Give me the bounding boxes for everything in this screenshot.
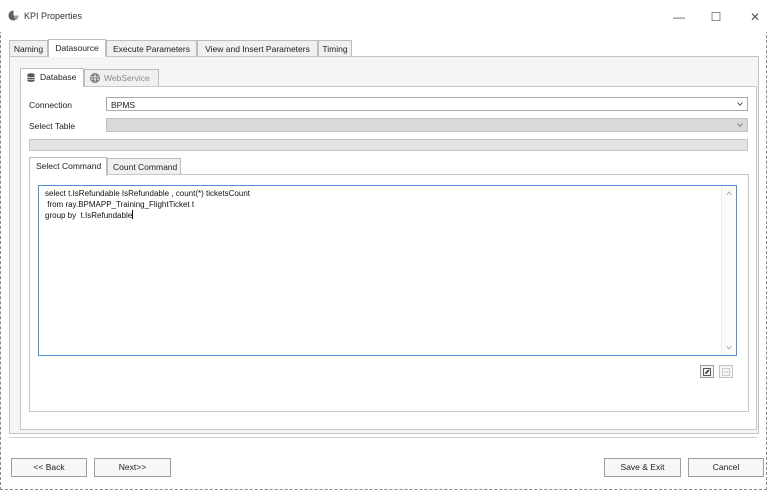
maximize-button[interactable]: ☐ [700, 6, 732, 28]
tab-view-insert-parameters[interactable]: View and Insert Parameters [197, 40, 318, 56]
chevron-down-icon [737, 123, 743, 127]
select-table-label: Select Table [29, 121, 76, 131]
database-icon [27, 73, 35, 82]
title-bar: KPI Properties — ☐ ✕ [0, 0, 767, 32]
tab-execute-parameters[interactable]: Execute Parameters [106, 40, 197, 56]
minimize-button[interactable]: — [663, 6, 695, 28]
tab-webservice-label: WebService [104, 73, 150, 83]
tab-database-label: Database [40, 72, 77, 82]
edit-button[interactable] [700, 365, 714, 378]
tab-database[interactable]: Database [20, 68, 84, 87]
window-title: KPI Properties [24, 11, 83, 21]
tab-webservice[interactable]: WebService [84, 69, 159, 86]
minus-button[interactable] [719, 365, 733, 378]
back-button[interactable]: << Back [11, 458, 87, 477]
code-line: from ray.BPMAPP_Training_FlightTicket t [45, 199, 195, 209]
select-table-select[interactable] [106, 118, 748, 132]
footer-divider [9, 437, 757, 438]
globe-icon [90, 73, 100, 83]
save-exit-button[interactable]: Save & Exit [604, 458, 681, 477]
text-caret [132, 210, 134, 219]
tab-naming[interactable]: Naming [9, 40, 48, 56]
connection-select[interactable]: BPMS [106, 97, 748, 111]
pencil-icon [703, 368, 711, 376]
connection-label: Connection [29, 100, 73, 110]
sql-code: select t.IsRefundable IsRefundable , cou… [45, 189, 250, 222]
tab-select-command[interactable]: Select Command [29, 157, 107, 176]
connection-value: BPMS [111, 100, 136, 110]
minus-icon [722, 368, 730, 376]
disabled-field-bar [29, 139, 748, 151]
code-line-3: group by t.IsRefundable [45, 210, 250, 222]
vertical-scrollbar[interactable] [721, 186, 736, 355]
close-button[interactable]: ✕ [739, 6, 767, 28]
code-line: select t.IsRefundable IsRefundable , cou… [45, 189, 250, 198]
code-line-text: group by t.IsRefundable [45, 211, 133, 220]
tab-count-command[interactable]: Count Command [107, 158, 181, 175]
sql-editor[interactable]: select t.IsRefundable IsRefundable , cou… [38, 185, 737, 356]
chevron-down-icon [737, 102, 743, 106]
next-button[interactable]: Next>> [94, 458, 171, 477]
scroll-down-arrow-icon [726, 345, 732, 350]
tab-datasource[interactable]: Datasource [48, 39, 106, 57]
kpi-app-icon [8, 10, 19, 21]
tab-timing[interactable]: Timing [318, 40, 352, 56]
scroll-up-arrow-icon [726, 191, 732, 196]
cancel-button[interactable]: Cancel [688, 458, 764, 477]
